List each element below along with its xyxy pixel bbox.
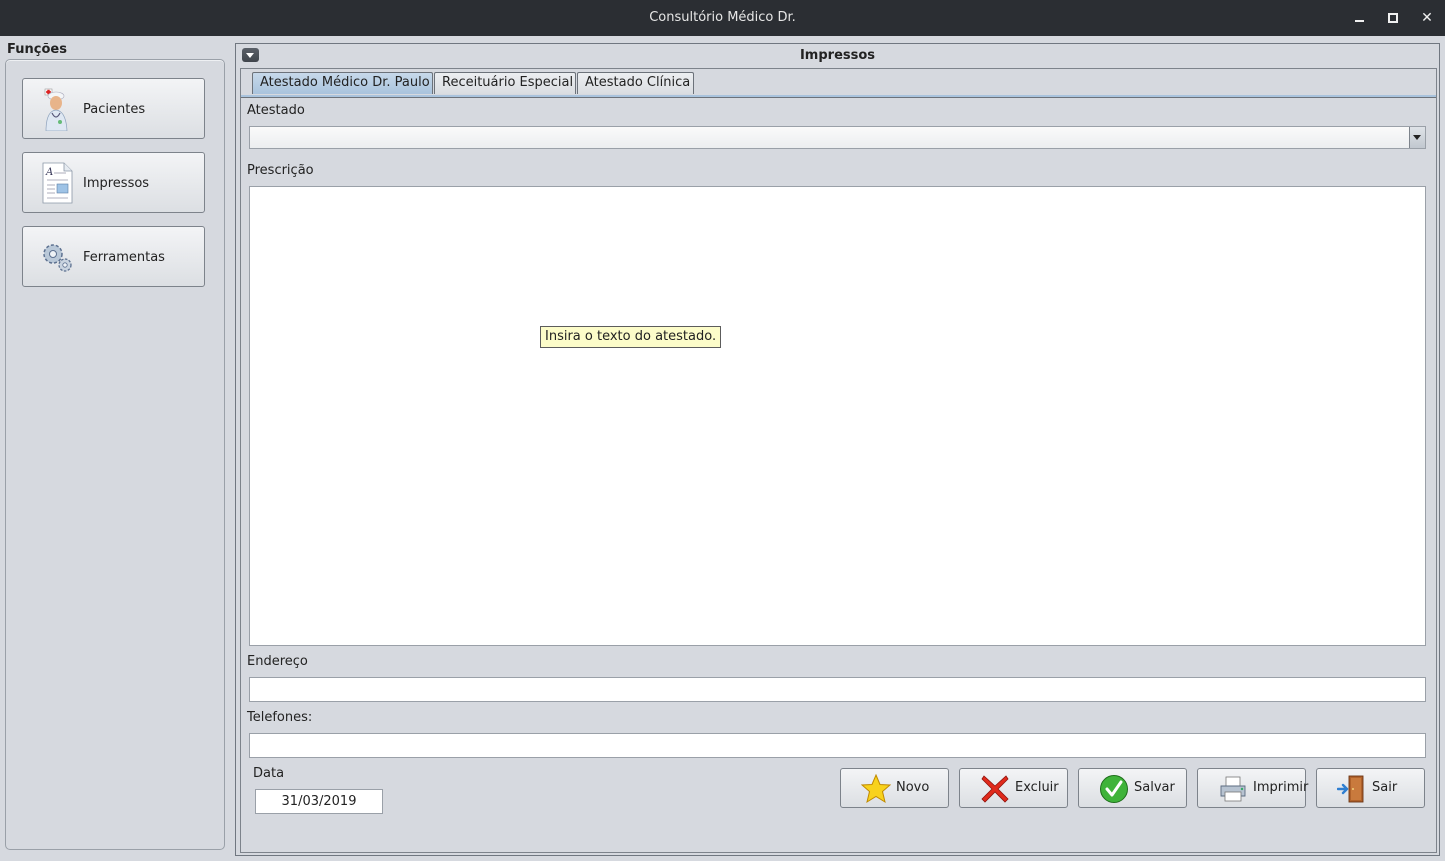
- ferramentas-button[interactable]: Ferramentas: [22, 226, 205, 287]
- telefones-label: Telefones:: [247, 710, 313, 725]
- ferramentas-label: Ferramentas: [83, 250, 165, 265]
- imprimir-label: Imprimir: [1253, 780, 1309, 795]
- red-x-icon: [981, 775, 1009, 803]
- maximize-button[interactable]: [1384, 9, 1402, 27]
- star-icon: [861, 774, 891, 804]
- impressos-label: Impressos: [83, 176, 150, 191]
- tab-receituario-especial[interactable]: Receituário Especial: [434, 72, 576, 94]
- prescricao-label: Prescrição: [247, 163, 314, 178]
- exit-door-icon: [1337, 775, 1364, 803]
- sair-button[interactable]: Sair: [1316, 768, 1425, 808]
- sidebar-heading: Funções: [7, 42, 67, 57]
- tab-underline: [241, 95, 1436, 98]
- minimize-icon: [1354, 20, 1364, 22]
- imprimir-button[interactable]: Imprimir: [1197, 768, 1309, 808]
- prescricao-textarea[interactable]: [249, 186, 1426, 646]
- excluir-label: Excluir: [1015, 780, 1059, 795]
- svg-text:A: A: [45, 167, 53, 178]
- atestado-label: Atestado: [247, 103, 305, 118]
- excluir-button[interactable]: Excluir: [959, 768, 1068, 808]
- minimize-button[interactable]: [1350, 9, 1368, 27]
- salvar-label: Salvar: [1134, 780, 1175, 795]
- novo-label: Novo: [896, 780, 930, 795]
- doctor-icon: [44, 88, 68, 131]
- date-field[interactable]: 31/03/2019: [255, 789, 383, 814]
- panel-header: Impressos: [236, 44, 1439, 66]
- gears-icon: [43, 244, 72, 272]
- panel-body: Atestado Médico Dr. Paulo Receituário Es…: [240, 68, 1437, 853]
- pacientes-button[interactable]: Pacientes: [22, 78, 205, 139]
- printer-icon: [1220, 776, 1246, 802]
- novo-button[interactable]: Novo: [840, 768, 949, 808]
- salvar-button[interactable]: Salvar: [1078, 768, 1187, 808]
- telefones-field[interactable]: [249, 733, 1426, 758]
- chevron-down-icon[interactable]: [1409, 127, 1425, 148]
- close-button[interactable]: ✕: [1418, 9, 1436, 27]
- tab-atestado-clinica[interactable]: Atestado Clínica: [577, 72, 694, 94]
- atestado-combobox[interactable]: [249, 126, 1426, 149]
- panel-title: Impressos: [799, 48, 876, 63]
- sair-label: Sair: [1372, 780, 1398, 795]
- impressos-button[interactable]: A Impressos: [22, 152, 205, 213]
- window-titlebar: Consultório Médico Dr. ✕: [0, 0, 1445, 36]
- close-icon: ✕: [1421, 10, 1433, 26]
- impressos-panel: Impressos Atestado Médico Dr. Paulo Rece…: [235, 43, 1440, 856]
- window-title: Consultório Médico Dr.: [649, 10, 796, 25]
- document-icon: A: [42, 162, 73, 204]
- sidebar: Pacientes A Impressos Ferramentas: [5, 59, 225, 850]
- maximize-icon: [1388, 13, 1398, 23]
- endereco-label: Endereço: [247, 654, 308, 669]
- endereco-field[interactable]: [249, 677, 1426, 702]
- green-check-icon: [1100, 775, 1128, 803]
- tab-atestado-medico[interactable]: Atestado Médico Dr. Paulo: [252, 72, 433, 94]
- data-label: Data: [253, 766, 285, 781]
- pacientes-label: Pacientes: [83, 102, 146, 117]
- tooltip: Insira o texto do atestado.: [540, 326, 722, 348]
